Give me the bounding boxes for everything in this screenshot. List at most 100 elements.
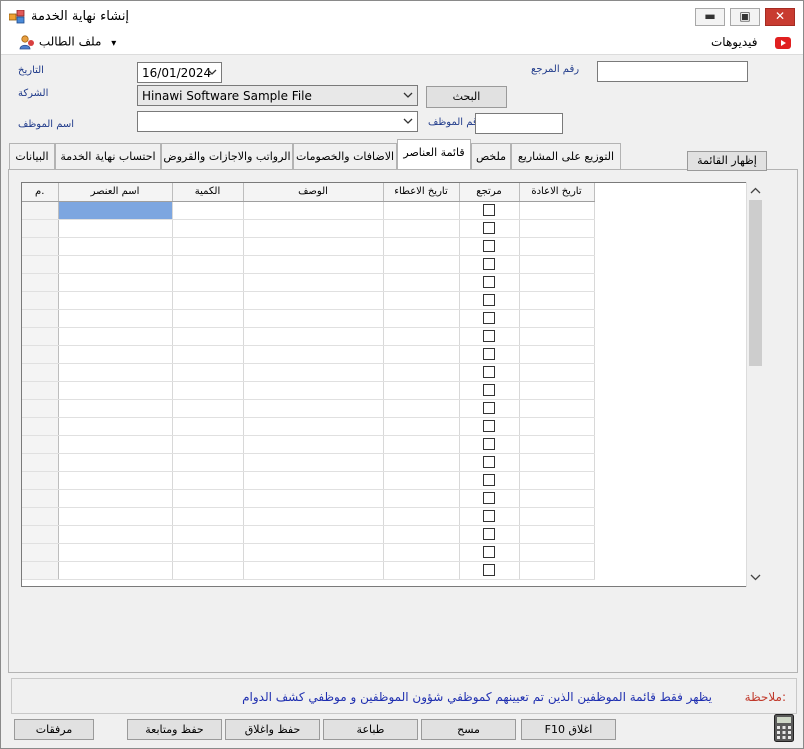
applicant-file-menu[interactable]: ملف الطالب ▾ xyxy=(19,34,116,50)
vertical-scrollbar[interactable] xyxy=(746,182,763,587)
grid-cell[interactable] xyxy=(58,543,173,562)
table-row[interactable] xyxy=(22,219,595,238)
grid-cell[interactable] xyxy=(383,309,460,328)
returned-checkbox[interactable] xyxy=(483,330,495,342)
returned-checkbox[interactable] xyxy=(483,366,495,378)
show-list-button[interactable]: إظهار القائمة xyxy=(687,151,767,171)
column-header-issue-date[interactable]: تاريخ الاعطاء xyxy=(383,183,460,202)
returned-checkbox[interactable] xyxy=(483,312,495,324)
grid-cell[interactable] xyxy=(172,219,244,238)
grid-cell[interactable] xyxy=(58,345,173,364)
row-header-cell[interactable] xyxy=(22,453,59,472)
tab-data[interactable]: البيانات xyxy=(9,143,55,169)
reference-field[interactable] xyxy=(597,61,748,82)
grid-cell[interactable] xyxy=(172,543,244,562)
grid-cell[interactable] xyxy=(58,435,173,454)
returned-cell[interactable] xyxy=(459,309,520,328)
grid-cell[interactable] xyxy=(243,525,384,544)
grid-cell[interactable] xyxy=(519,561,595,580)
grid-cell[interactable] xyxy=(58,471,173,490)
grid-cell[interactable] xyxy=(383,363,460,382)
table-row[interactable] xyxy=(22,363,595,382)
grid-cell[interactable] xyxy=(383,237,460,256)
grid-cell[interactable] xyxy=(243,273,384,292)
scroll-down-icon[interactable] xyxy=(748,570,763,584)
column-header-item-name[interactable]: اسم العنصر xyxy=(58,183,173,202)
row-header-cell[interactable] xyxy=(22,255,59,274)
grid-cell[interactable] xyxy=(519,525,595,544)
returned-cell[interactable] xyxy=(459,219,520,238)
grid-cell[interactable] xyxy=(172,489,244,508)
grid-cell[interactable] xyxy=(243,309,384,328)
grid-cell[interactable] xyxy=(383,453,460,472)
scroll-up-icon[interactable] xyxy=(748,184,763,198)
grid-cell[interactable] xyxy=(243,399,384,418)
grid-cell[interactable] xyxy=(172,363,244,382)
table-row[interactable] xyxy=(22,345,595,364)
date-picker[interactable]: 16/01/2024 xyxy=(137,62,222,83)
row-header-cell[interactable] xyxy=(22,471,59,490)
grid-cell[interactable] xyxy=(519,327,595,346)
row-header-cell[interactable] xyxy=(22,417,59,436)
returned-cell[interactable] xyxy=(459,363,520,382)
returned-checkbox[interactable] xyxy=(483,348,495,360)
maximize-button[interactable]: ▣ xyxy=(730,8,760,26)
grid-cell[interactable] xyxy=(243,489,384,508)
row-header-cell[interactable] xyxy=(22,345,59,364)
returned-checkbox[interactable] xyxy=(483,276,495,288)
grid-cell[interactable] xyxy=(172,525,244,544)
employee-number-field[interactable] xyxy=(475,113,563,134)
grid-cell[interactable] xyxy=(243,417,384,436)
search-button[interactable]: البحث xyxy=(426,86,507,108)
grid-cell[interactable] xyxy=(243,255,384,274)
grid-cell[interactable] xyxy=(58,291,173,310)
row-header-cell[interactable] xyxy=(22,327,59,346)
grid-cell[interactable] xyxy=(519,381,595,400)
attachments-button[interactable]: مرفقات xyxy=(14,719,94,740)
grid-cell[interactable] xyxy=(243,219,384,238)
row-header-cell[interactable] xyxy=(22,399,59,418)
grid-cell[interactable] xyxy=(172,237,244,256)
returned-cell[interactable] xyxy=(459,453,520,472)
items-grid[interactable]: م. اسم العنصر الكمية الوصف تاريخ الاعطاء… xyxy=(21,182,763,587)
row-header-cell[interactable] xyxy=(22,291,59,310)
grid-cell[interactable] xyxy=(58,525,173,544)
grid-cell[interactable] xyxy=(172,309,244,328)
grid-cell[interactable] xyxy=(519,435,595,454)
returned-cell[interactable] xyxy=(459,471,520,490)
returned-cell[interactable] xyxy=(459,273,520,292)
grid-cell[interactable] xyxy=(58,489,173,508)
table-row[interactable] xyxy=(22,435,595,454)
column-header-row-number[interactable]: م. xyxy=(22,183,59,202)
returned-cell[interactable] xyxy=(459,345,520,364)
grid-cell[interactable] xyxy=(383,345,460,364)
tab-eos-calculation[interactable]: احتساب نهاية الخدمة xyxy=(55,143,161,169)
grid-cell[interactable] xyxy=(519,453,595,472)
print-button[interactable]: طباعة xyxy=(323,719,418,740)
returned-checkbox[interactable] xyxy=(483,384,495,396)
returned-checkbox[interactable] xyxy=(483,510,495,522)
returned-cell[interactable] xyxy=(459,489,520,508)
grid-cell[interactable] xyxy=(58,507,173,526)
returned-checkbox[interactable] xyxy=(483,258,495,270)
minimize-button[interactable]: ▬ xyxy=(695,8,725,26)
grid-cell[interactable] xyxy=(519,345,595,364)
grid-cell[interactable] xyxy=(383,543,460,562)
grid-cell[interactable] xyxy=(58,417,173,436)
grid-cell[interactable] xyxy=(172,291,244,310)
returned-cell[interactable] xyxy=(459,543,520,562)
grid-cell[interactable] xyxy=(58,363,173,382)
calculator-icon[interactable] xyxy=(774,714,794,742)
grid-cell[interactable] xyxy=(58,255,173,274)
grid-cell[interactable] xyxy=(243,561,384,580)
returned-cell[interactable] xyxy=(459,291,520,310)
grid-cell[interactable] xyxy=(172,435,244,454)
grid-cell[interactable] xyxy=(243,291,384,310)
returned-cell[interactable] xyxy=(459,417,520,436)
table-row[interactable] xyxy=(22,543,595,562)
table-row[interactable] xyxy=(22,561,595,580)
grid-cell[interactable] xyxy=(383,273,460,292)
row-header-cell[interactable] xyxy=(22,435,59,454)
table-row[interactable] xyxy=(22,309,595,328)
returned-checkbox[interactable] xyxy=(483,546,495,558)
